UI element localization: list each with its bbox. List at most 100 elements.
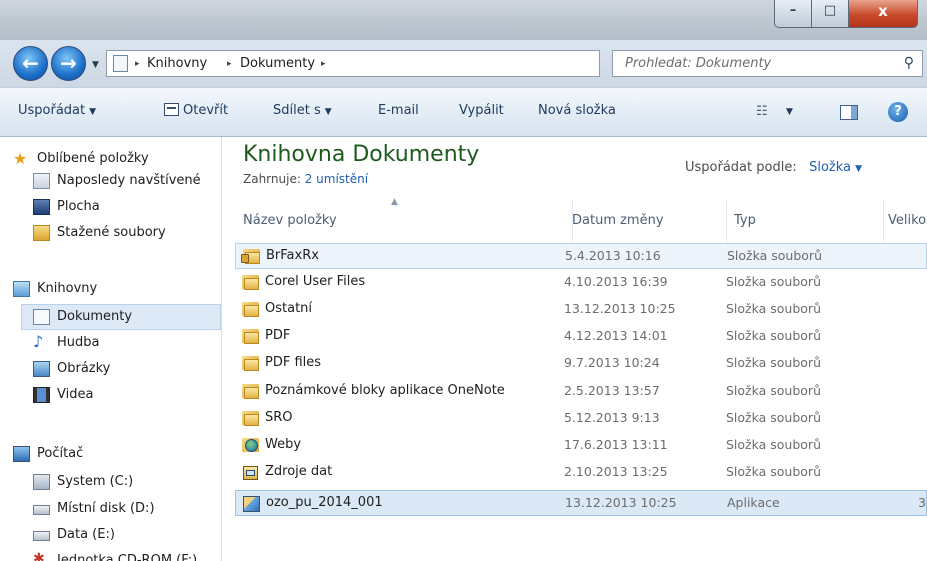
file-type: Aplikace	[727, 495, 780, 510]
sidebar-item-videos[interactable]: Videa	[0, 383, 221, 409]
sidebar-item-drive-f[interactable]: ✱ Jednotka CD-ROM (F:)	[0, 549, 221, 561]
breadcrumb-separator-icon[interactable]: ▸	[227, 59, 232, 69]
table-row[interactable]: Weby 17.6.2013 13:11 Složka souborů	[235, 433, 927, 459]
forward-button[interactable]: →	[51, 46, 86, 81]
sidebar-item-label: Data (E:)	[57, 527, 115, 542]
library-icon	[113, 55, 128, 72]
table-row[interactable]: BrFaxRx 5.4.2013 10:16 Složka souborů	[235, 243, 927, 269]
downloads-folder-icon	[33, 225, 50, 241]
sidebar-item-label: Obrázky	[57, 361, 111, 376]
arrange-by-label: Uspořádat podle:	[685, 160, 797, 175]
sidebar-item-downloads[interactable]: Stažené soubory	[0, 221, 221, 247]
table-row[interactable]: Zdroje dat 2.10.2013 13:25 Složka souborů	[235, 460, 927, 486]
column-header-size[interactable]: Velikost	[888, 199, 927, 244]
sidebar-item-libraries[interactable]: Knihovny	[0, 277, 221, 303]
includes-locations-link[interactable]: 2 umístění	[305, 172, 368, 186]
column-header-label: Název položky	[243, 213, 337, 228]
file-name: ozo_pu_2014_001	[266, 495, 383, 510]
organize-button[interactable]: Uspořádat ▼	[18, 103, 96, 118]
sidebar-item-pictures[interactable]: Obrázky	[0, 357, 221, 383]
hard-drive-icon	[33, 505, 50, 515]
file-date: 5.4.2013 10:16	[565, 248, 661, 263]
file-name: PDF	[265, 328, 291, 343]
table-row[interactable]: SRO 5.12.2013 9:13 Složka souborů	[235, 406, 927, 432]
file-size: 39	[918, 495, 927, 510]
file-date: 9.7.2013 10:24	[564, 355, 660, 370]
star-icon: ★	[13, 149, 28, 168]
sidebar-item-music[interactable]: ♪ Hudba	[0, 331, 221, 357]
minimize-button[interactable]: –	[774, 0, 812, 28]
libraries-icon	[13, 281, 30, 297]
sidebar-item-label: Místní disk (D:)	[57, 501, 155, 516]
sidebar-item-drive-e[interactable]: Data (E:)	[0, 523, 221, 549]
column-header-type[interactable]: Typ	[734, 199, 884, 244]
sidebar-item-label: Oblíbené položky	[37, 151, 149, 166]
close-icon: x	[878, 2, 888, 20]
view-options-icon[interactable]: ☷	[756, 104, 768, 119]
burn-button[interactable]: Vypálit	[459, 103, 504, 118]
breadcrumb-knihovny[interactable]: Knihovny	[147, 56, 207, 71]
table-row[interactable]: Poznámkové bloky aplikace OneNote 2.5.201…	[235, 379, 927, 405]
open-button[interactable]: Otevřít	[164, 103, 228, 118]
column-header-name[interactable]: Název položky	[243, 199, 573, 244]
arrange-by-dropdown[interactable]: Složka ▼	[809, 160, 862, 175]
sidebar-item-label: Stažené soubory	[57, 225, 166, 240]
sidebar-item-documents[interactable]: Dokumenty	[21, 304, 221, 330]
breadcrumb-separator-icon[interactable]: ▸	[135, 59, 140, 69]
email-button[interactable]: E-mail	[378, 103, 419, 118]
file-name: Poznámkové bloky aplikace OneNote	[265, 383, 505, 398]
application-icon	[243, 496, 260, 512]
file-date: 5.12.2013 9:13	[564, 410, 660, 425]
command-toolbar: Uspořádat ▼ Otevřít Sdílet s ▼ E-mail Vypá…	[0, 87, 927, 137]
maximize-button[interactable]: □	[811, 0, 849, 28]
folder-icon	[242, 302, 259, 317]
close-button[interactable]: x	[848, 0, 918, 28]
column-header-label: Typ	[734, 213, 756, 228]
sidebar-item-desktop[interactable]: Plocha	[0, 195, 221, 221]
sidebar-item-recent-places[interactable]: Naposledy navštívené	[0, 169, 221, 195]
history-dropdown-icon[interactable]: ▼	[92, 60, 99, 70]
locked-folder-icon	[241, 249, 260, 264]
breadcrumb-dokumenty[interactable]: Dokumenty	[240, 56, 315, 71]
table-row[interactable]: ozo_pu_2014_001 13.12.2013 10:25 Aplikace 3…	[235, 490, 927, 516]
chevron-down-icon: ▼	[855, 164, 863, 174]
cd-rom-icon: ✱	[33, 551, 45, 561]
file-type: Složka souborů	[726, 301, 821, 316]
maximize-icon: □	[823, 3, 837, 18]
file-date: 2.5.2013 13:57	[564, 383, 660, 398]
preview-pane-icon[interactable]	[840, 105, 858, 120]
minimize-icon: –	[789, 3, 797, 18]
file-date: 4.12.2013 14:01	[564, 328, 668, 343]
search-icon[interactable]: ⚲	[904, 55, 914, 71]
share-button[interactable]: Sdílet s ▼	[273, 103, 332, 118]
new-folder-button[interactable]: Nová složka	[538, 103, 616, 118]
column-header-label: Datum změny	[572, 213, 664, 228]
open-icon	[164, 103, 179, 116]
address-bar[interactable]: ▸ Knihovny ▸ Dokumenty ▸ ▼ ⟲	[106, 50, 687, 77]
desktop-icon	[33, 199, 50, 215]
table-row[interactable]: PDF files 9.7.2013 10:24 Složka souborů	[235, 351, 927, 377]
sidebar-item-drive-c[interactable]: System (C:)	[0, 470, 221, 496]
pictures-icon	[33, 361, 50, 377]
file-type: Složka souborů	[726, 410, 821, 425]
breadcrumb-separator-icon[interactable]: ▸	[321, 59, 326, 69]
sidebar-item-label: System (C:)	[57, 474, 134, 489]
table-row[interactable]: PDF 4.12.2013 14:01 Složka souborů	[235, 324, 927, 350]
sidebar-item-label: Hudba	[57, 335, 100, 350]
sidebar-item-label: Videa	[57, 387, 94, 402]
chevron-down-icon[interactable]: ▼	[786, 107, 793, 117]
content-pane: Knihovna Dokumenty Zahrnuje: 2 umístění …	[223, 137, 927, 561]
file-name: PDF files	[265, 355, 322, 370]
column-header-date[interactable]: Datum změny	[572, 199, 727, 244]
search-input[interactable]: Prohledat: Dokumenty ⚲	[612, 50, 923, 77]
file-type: Složka souborů	[726, 355, 821, 370]
sidebar-item-computer[interactable]: Počítač	[0, 442, 221, 468]
includes-label: Zahrnuje:	[243, 172, 301, 186]
folder-icon	[242, 411, 259, 426]
table-row[interactable]: Corel User Files 4.10.2013 16:39 Složka so…	[235, 270, 927, 296]
back-button[interactable]: ←	[13, 46, 48, 81]
sidebar-item-drive-d[interactable]: Místní disk (D:)	[0, 497, 221, 523]
help-icon[interactable]: ?	[888, 102, 908, 122]
sidebar-item-label: Dokumenty	[57, 309, 133, 324]
table-row[interactable]: Ostatní 13.12.2013 10:25 Složka souborů	[235, 297, 927, 323]
